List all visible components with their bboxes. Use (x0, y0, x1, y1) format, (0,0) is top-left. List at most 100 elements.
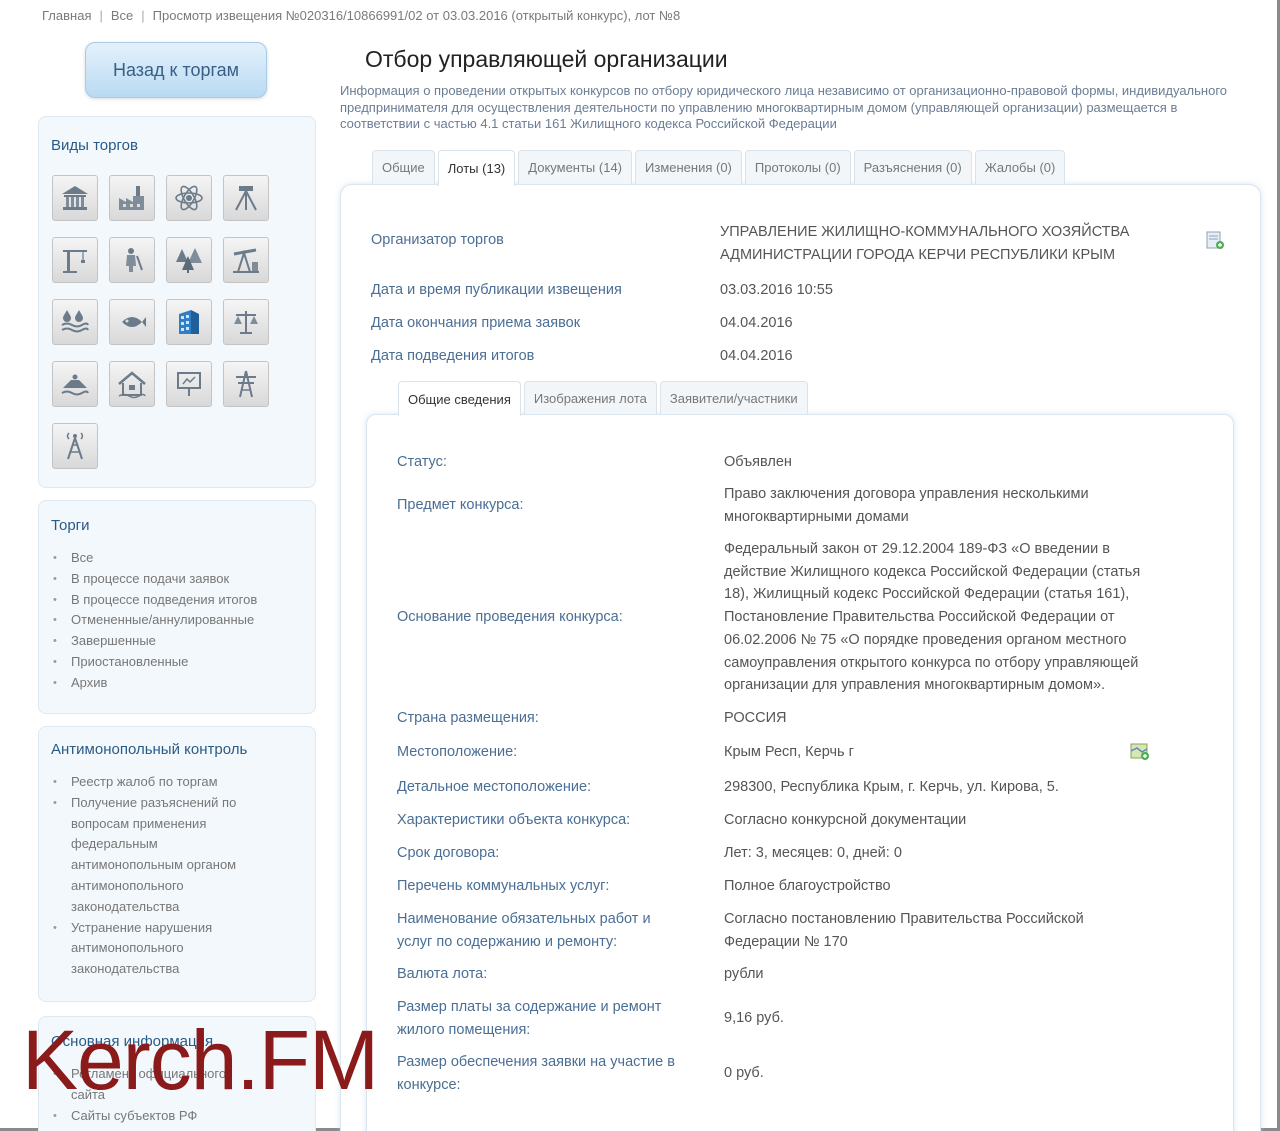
antimonopoly-item-line: Получение разъяснений по (71, 794, 237, 810)
location-value: Крым Респ, Керчь г (724, 744, 854, 760)
breadcrumb-current: Просмотр извещения №020316/10866991/02 о… (152, 8, 681, 23)
currency-label: Валюта лота: (397, 966, 488, 982)
antimonopoly-item-line: антимонопольного (71, 940, 184, 956)
basis-value-line: Постановление Правительства Российской Ф… (724, 609, 1115, 626)
breadcrumb-all[interactable]: Все (111, 8, 133, 23)
page-description: Информация о проведении открытых конкурс… (340, 83, 1228, 131)
antimonopoly-item-line: вопросам применения (71, 815, 207, 831)
applications-end-value: 04.04.2016 (720, 315, 793, 331)
main-info-item-line: Сайты субъектов РФ (71, 1107, 198, 1123)
antimonopoly-item-line: Реестр жалоб по торгам (71, 774, 218, 789)
tab-general[interactable]: Общие (372, 150, 435, 184)
organizer-card-icon[interactable] (1205, 230, 1225, 250)
tenders-item-archive[interactable]: Архив (51, 673, 303, 694)
tab-documents[interactable]: Документы (14) (518, 150, 633, 184)
country-label: Страна размещения: (397, 710, 539, 726)
tenders-item-suspended[interactable]: Приостановленные (51, 652, 303, 673)
utilities-label: Перечень коммунальных услуг: (397, 878, 610, 894)
currency-value: рубли (724, 966, 764, 982)
bank-icon[interactable] (52, 175, 98, 221)
mandatory-works-label: Наименование обязательных работ и услуг … (397, 908, 709, 954)
country-value: РОССИЯ (724, 710, 787, 726)
tenders-item-completed[interactable]: Завершенные (51, 631, 303, 652)
organizer-value-line: УПРАВЛЕНИЕ ЖИЛИЩНО-КОММУНАЛЬНОГО ХОЗЯЙСТ… (720, 224, 1130, 240)
tab-lot-general[interactable]: Общие сведения (398, 381, 521, 416)
fishing-icon[interactable] (109, 299, 155, 345)
tab-protocols[interactable]: Протоколы (0) (744, 150, 851, 184)
factory-icon[interactable] (109, 175, 155, 221)
basis-label: Основание проведения конкурса: (397, 609, 623, 625)
organizer-value-line: АДМИНИСТРАЦИИ ГОРОДА КЕРЧИ РЕСПУБЛИКИ КР… (720, 247, 1116, 263)
jetski-icon[interactable] (52, 361, 98, 407)
mandatory-works-label-line: услуг по содержанию и ремонту: (397, 934, 618, 950)
detailed-location-label: Детальное местоположение: (397, 779, 592, 795)
basis-value-line: Федеральный закон от 29.12.2004 189-ФЗ «… (724, 541, 1110, 557)
tab-lot-applicants[interactable]: Заявители/участники (659, 381, 808, 414)
tenders-item-cancelled[interactable]: Отмененные/аннулированные (51, 610, 303, 631)
maintenance-fee-label: Размер платы за содержание и ремонт жило… (397, 996, 709, 1042)
oil-pump-icon[interactable] (223, 237, 269, 283)
scales-icon[interactable] (223, 299, 269, 345)
contract-term-value: Лет: 3, месяцев: 0, дней: 0 (724, 845, 902, 861)
breadcrumb: Главная | Все | Просмотр извещения №020316/1… (42, 8, 681, 23)
tenders-item-results[interactable]: В процессе подведения итогов (51, 590, 303, 611)
antimonopoly-item-violations[interactable]: Устранение нарушения антимонопольного за… (51, 918, 303, 980)
power-line-icon[interactable] (223, 361, 269, 407)
application-security-value: 0 руб. (724, 1065, 764, 1081)
billboard-icon[interactable] (166, 361, 212, 407)
application-security-label: Размер обеспечения заявки на участие в к… (397, 1051, 709, 1097)
radio-tower-icon[interactable] (52, 423, 98, 469)
tenders-item-applications[interactable]: В процессе подачи заявок (51, 569, 303, 590)
tab-complaints[interactable]: Жалобы (0) (974, 150, 1066, 184)
main-info-item-regional-sites[interactable]: Сайты субъектов РФ (51, 1106, 303, 1127)
tab-changes[interactable]: Изменения (0) (635, 150, 742, 184)
publication-date-value: 03.03.2016 10:55 (720, 282, 833, 298)
survey-icon[interactable] (223, 175, 269, 221)
antimonopoly-item-complaints[interactable]: Реестр жалоб по торгам (51, 772, 303, 793)
location-label: Местоположение: (397, 744, 518, 760)
organizer-label: Организатор торгов (371, 232, 504, 248)
basis-value-line: организации для управления многоквартирн… (724, 677, 1106, 694)
back-to-tenders-button[interactable]: Назад к торгам (85, 42, 267, 98)
tab-lot-images[interactable]: Изображения лота (523, 381, 657, 414)
results-date-value: 04.04.2016 (720, 348, 793, 364)
tab-lots[interactable]: Лоты (13) (437, 150, 516, 186)
antimonopoly-item-line: антимонопольного (71, 877, 184, 893)
antimonopoly-item-line: законодательства (71, 961, 180, 977)
forest-icon[interactable] (166, 237, 212, 283)
mandatory-works-value: Согласно постановлению Правительства Рос… (724, 908, 1194, 953)
house-icon[interactable] (109, 361, 155, 407)
tab-clarifications[interactable]: Разъяснения (0) (853, 150, 972, 184)
breadcrumb-home[interactable]: Главная (42, 8, 91, 23)
applications-end-label: Дата окончания приема заявок (371, 315, 581, 331)
mandatory-works-label-line: Наименование обязательных работ и (397, 911, 651, 927)
atom-icon[interactable] (166, 175, 212, 221)
detailed-location-value: 298300, Республика Крым, г. Керчь, ул. К… (724, 779, 1059, 795)
object-characteristics-label: Характеристики объекта конкурса: (397, 812, 631, 828)
basis-value-line: самоуправления открытого конкурса по отб… (724, 654, 1139, 671)
status-label: Статус: (397, 454, 447, 470)
antimonopoly-item-line: Устранение нарушения (71, 919, 213, 935)
subject-value: Право заключения договора управления нес… (724, 483, 1194, 528)
water-icon[interactable] (52, 299, 98, 345)
tender-types-title: Виды торгов (51, 137, 138, 154)
utilities-value: Полное благоустройство (724, 878, 891, 894)
tenders-panel: Торги Все В процессе подачи заявок В про… (38, 500, 316, 714)
results-date-label: Дата подведения итогов (371, 348, 535, 364)
antimonopoly-item-line: законодательства (71, 898, 180, 914)
maintenance-fee-value: 9,16 руб. (724, 1010, 784, 1026)
publication-date-label: Дата и время публикации извещения (371, 282, 622, 298)
antimonopoly-item-clarifications[interactable]: Получение разъяснений по вопросам примен… (51, 793, 303, 918)
building-icon[interactable] (166, 299, 212, 345)
lot-tabs: Общие сведения Изображения лота Заявител… (398, 381, 811, 416)
mandatory-works-value-line: Согласно постановлению Правительства Рос… (724, 911, 1084, 927)
subject-label: Предмет конкурса: (397, 497, 524, 513)
basis-value-line: действие Жилищного кодекса Российской Фе… (724, 563, 1141, 580)
map-icon[interactable] (1130, 741, 1150, 761)
tenders-list: Все В процессе подачи заявок В процессе … (51, 548, 303, 694)
application-security-label-line: конкурсе: (397, 1077, 461, 1093)
watermark-logo: Kerch.FM (22, 1013, 379, 1107)
geologist-icon[interactable] (109, 237, 155, 283)
tenders-item-all[interactable]: Все (51, 548, 303, 569)
crane-icon[interactable] (52, 237, 98, 283)
